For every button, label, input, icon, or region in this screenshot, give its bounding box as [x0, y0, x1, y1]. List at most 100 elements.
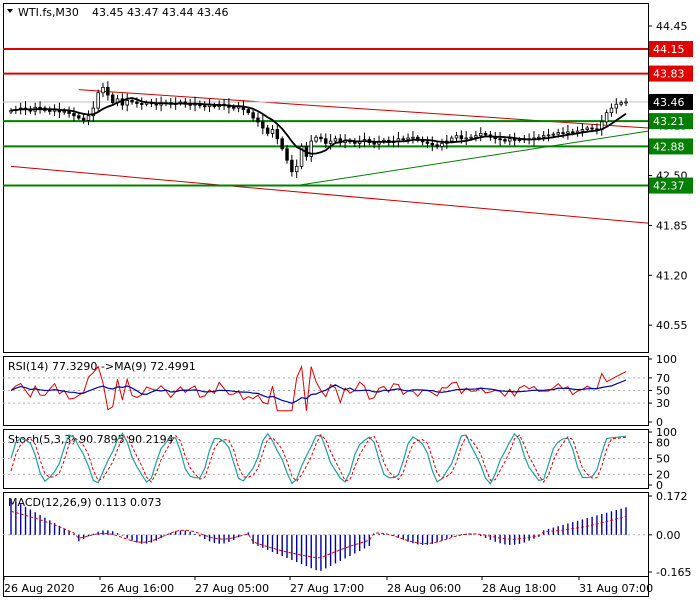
rsi-tick-label: 50	[656, 385, 670, 398]
candle-body	[319, 136, 323, 140]
candle-body	[425, 141, 430, 144]
candle-body	[556, 132, 560, 135]
candle-body	[324, 138, 328, 144]
candle-body	[590, 127, 594, 130]
candle-body	[546, 134, 551, 137]
main-pane-frame	[3, 3, 649, 353]
candle-body	[566, 131, 570, 134]
macd-tick-label: 0.00	[656, 529, 681, 542]
candle-body	[411, 136, 415, 139]
candle-body	[86, 115, 91, 121]
symbol-label: WTI.fs,M30	[18, 6, 79, 19]
candle-body	[96, 92, 100, 109]
time-tick-label: 27 Aug 17:00	[290, 582, 364, 595]
time-tick-label: 31 Aug 07:00	[579, 582, 653, 595]
candle-body	[72, 113, 76, 117]
candle-body	[469, 136, 473, 139]
candle-body	[478, 132, 483, 137]
price-tick-label: 41.85	[656, 219, 688, 232]
candle-body	[294, 165, 299, 173]
rsi-tick-label: 70	[656, 372, 670, 385]
candle-body	[81, 117, 86, 121]
support-level-label: 43.21	[653, 115, 685, 128]
candle-body	[110, 94, 115, 104]
candle-body	[285, 148, 289, 161]
time-tick-label: 26 Aug 16:00	[100, 582, 174, 595]
trading-chart[interactable]: 44.4543.1542.5041.8541.2040.55WTI.fs,M30…	[0, 0, 700, 600]
candle-body	[435, 144, 439, 147]
candle-body	[401, 138, 405, 141]
ohlc-label: 43.45 43.47 43.44 43.46	[92, 6, 228, 19]
candle-body	[333, 138, 338, 142]
candle-body	[265, 127, 270, 134]
candle-body	[256, 117, 260, 123]
candle-body	[609, 107, 614, 114]
candle-body	[280, 138, 284, 150]
candle-body	[503, 139, 507, 142]
candle-body	[130, 100, 134, 103]
candle-body	[314, 136, 318, 142]
resistance-level-label: 43.83	[653, 68, 685, 81]
macd-tick-label: -0.165	[656, 566, 691, 579]
candle-body	[440, 142, 444, 147]
macd-tick-label: 0.172	[656, 490, 688, 503]
time-tick-label: 27 Aug 05:00	[195, 582, 269, 595]
support-level-label: 42.37	[653, 180, 685, 193]
candle-body	[580, 129, 585, 132]
candle-body	[270, 129, 275, 134]
current-price-label: 43.46	[653, 96, 685, 109]
resistance-level-label: 44.15	[653, 43, 685, 56]
candle-body	[454, 135, 459, 139]
rsi-tick-label: 100	[656, 353, 677, 366]
candle-body	[202, 105, 207, 108]
candle-body	[430, 142, 435, 146]
candle-body	[251, 112, 255, 119]
candle-body	[38, 106, 42, 109]
candle-body	[483, 132, 488, 136]
candle-body	[498, 138, 502, 141]
rsi-tick-label: 30	[656, 397, 670, 410]
candle-body	[571, 131, 575, 134]
stoch-tick-label: 50	[656, 453, 670, 466]
time-tick-label: 28 Aug 06:00	[387, 582, 461, 595]
candle-body	[614, 103, 619, 109]
time-tick-label: 28 Aug 18:00	[482, 582, 556, 595]
candle-body	[62, 110, 66, 113]
candle-body	[261, 121, 265, 129]
candle-body	[290, 159, 294, 173]
candle-body	[77, 115, 81, 119]
candle-body	[561, 132, 565, 135]
price-tick-label: 44.45	[656, 20, 688, 33]
candle-body	[135, 101, 139, 104]
candle-body	[464, 137, 468, 140]
candle-body	[508, 138, 512, 142]
support-level-label: 42.88	[653, 140, 685, 153]
chart-window: 44.4543.1542.5041.8541.2040.55WTI.fs,M30…	[0, 0, 700, 600]
candle-body	[101, 86, 105, 94]
candle-body	[585, 127, 589, 130]
candle-body	[232, 106, 236, 109]
macd-label: MACD(12,26,9) 0.113 0.073	[8, 496, 162, 509]
candle-body	[48, 109, 52, 112]
stoch-label: Stoch(5,3,3) 90.7895 90.2194	[8, 433, 174, 446]
candle-body	[275, 129, 280, 140]
price-tick-label: 41.20	[656, 269, 688, 282]
candle-body	[328, 140, 333, 144]
stoch-tick-label: 80	[656, 437, 670, 450]
price-tick-label: 40.55	[656, 319, 688, 332]
candle-body	[624, 101, 628, 104]
candle-body	[140, 103, 144, 105]
candle-body	[541, 135, 546, 138]
candle-body	[406, 137, 410, 140]
candle-body	[246, 109, 251, 114]
candle-body	[125, 100, 129, 106]
candle-body	[449, 137, 454, 142]
candle-body	[459, 135, 464, 140]
candle-body	[604, 112, 609, 123]
candle-body	[372, 142, 376, 145]
time-tick-label: 26 Aug 2020	[4, 582, 74, 595]
rsi-label: RSI(14) 77.3290 ->MA(9) 72.4991	[8, 360, 196, 373]
candle-body	[106, 86, 110, 96]
candle-body	[619, 102, 623, 105]
candle-body	[474, 135, 478, 138]
